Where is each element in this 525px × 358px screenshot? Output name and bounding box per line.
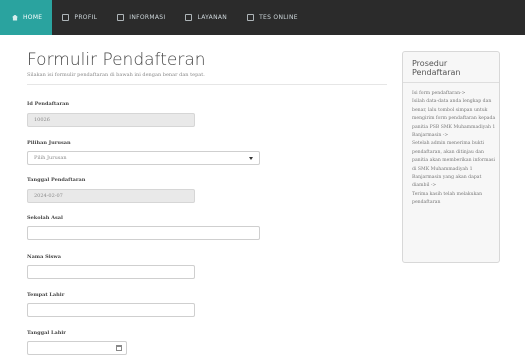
nav-profil-label: PROFIL [74,14,98,21]
name-input[interactable] [27,265,195,279]
procedure-divider [403,82,499,83]
school-label: Sekolah Asal [27,215,63,221]
list-icon [62,14,70,21]
nav-informasi[interactable]: INFORMASI [107,0,175,35]
date-value: 2024-02-07 [34,193,63,199]
nav-home[interactable]: HOME [0,0,53,35]
birthplace-input[interactable] [27,303,195,317]
page-subtitle: Silakan isi formulir pendaftaran di bawa… [27,72,205,78]
school-input[interactable] [27,226,260,240]
birthplace-label: Tempat Lahir [27,292,65,298]
nav-informasi-label: INFORMASI [129,14,166,21]
title-divider [27,84,387,85]
chevron-down-icon [249,156,253,160]
date-field: 2024-02-07 [27,189,195,203]
procedure-text: Isi form pendaftaran-> Isilah data-data … [412,91,496,206]
program-label: Pilihan Jurusan [27,140,71,146]
program-select[interactable]: Pilih Jurusan [27,151,260,165]
birthdate-input[interactable] [27,341,127,355]
id-field: 10026 [27,113,195,127]
top-navbar: HOME PROFIL INFORMASI LAYANAN TES ONLINE [0,0,525,35]
id-value: 10026 [34,117,50,123]
calendar-icon[interactable] [116,345,122,351]
page-title: Formulir Pendafteran [27,50,206,70]
name-label: Nama Siswa [27,254,61,260]
date-label: Tanggal Pendaftaran [27,177,86,183]
procedure-title: Prosedur Pendaftaran [412,59,461,77]
nav-layanan-label: LAYANAN [197,14,228,21]
nav-home-label: HOME [23,14,43,21]
nav-profil[interactable]: PROFIL [52,0,107,35]
program-value: Pilih Jurusan [34,155,67,161]
birthdate-label: Tanggal Lahir [27,330,66,336]
home-icon [12,14,18,21]
info-icon [117,14,125,21]
nav-tes-online[interactable]: TES ONLINE [237,0,308,35]
edit-icon [247,14,255,21]
procedure-panel: Prosedur Pendaftaran Isi form pendaftara… [402,51,500,263]
nav-layanan[interactable]: LAYANAN [175,0,237,35]
cog-icon [185,14,193,21]
nav-tes-online-label: TES ONLINE [259,14,298,21]
id-label: Id Pendaftaran [27,101,69,107]
